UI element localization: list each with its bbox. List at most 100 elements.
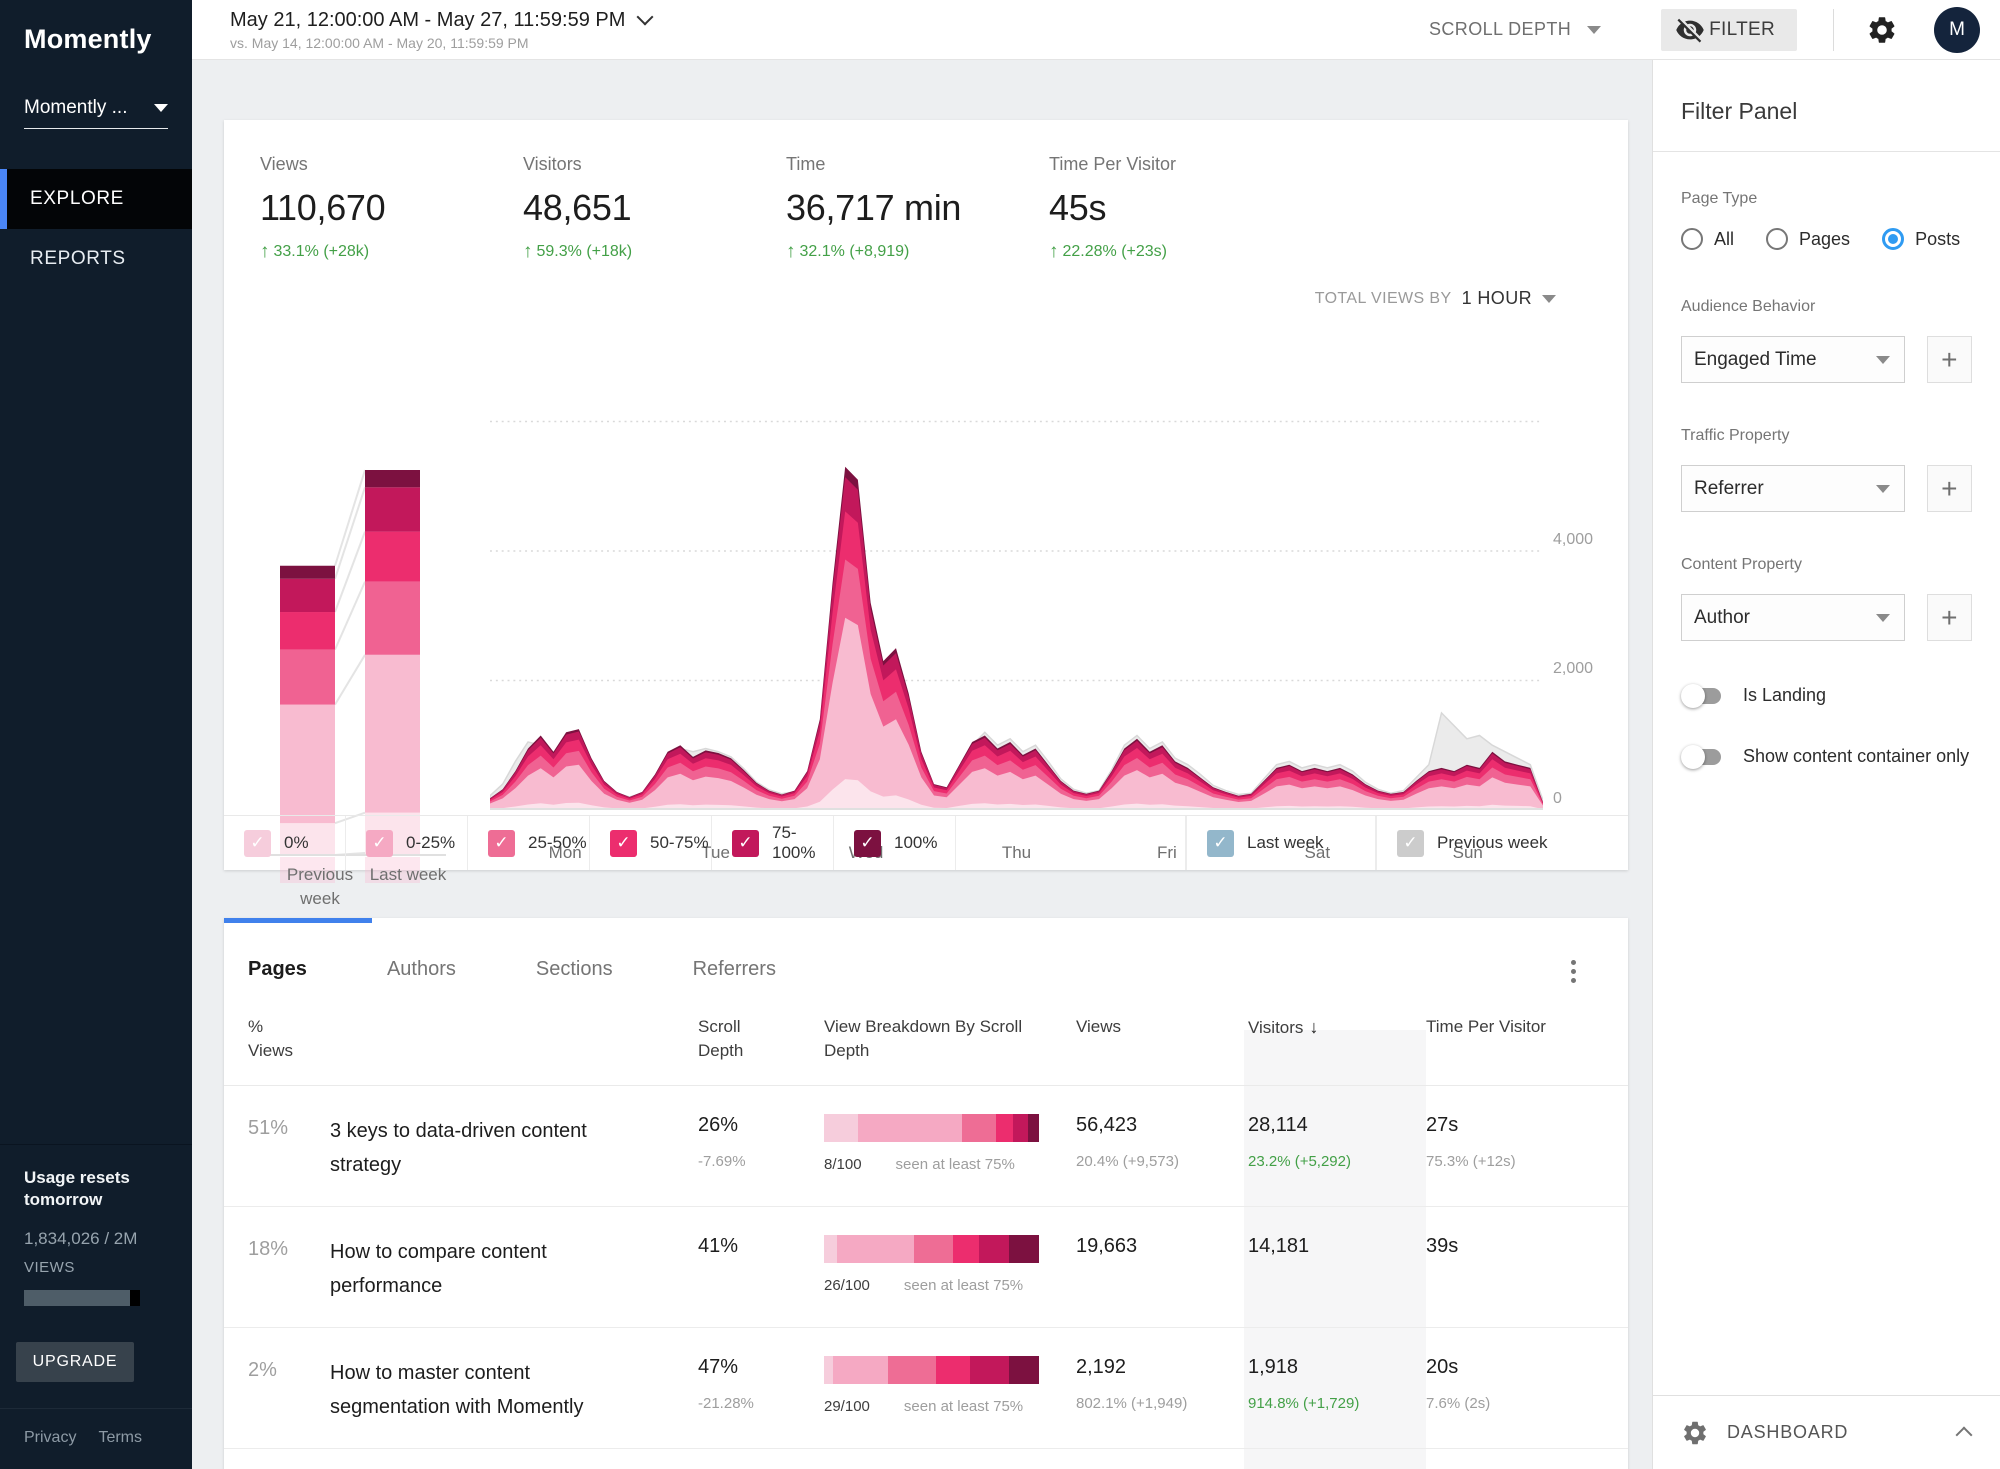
metric-selector[interactable]: SCROLL DEPTH: [1429, 19, 1601, 40]
settings-button[interactable]: [1866, 14, 1898, 46]
legend-label: 25-50%: [528, 833, 587, 853]
filter-button-label: FILTER: [1709, 19, 1775, 41]
dashboard-expander[interactable]: DASHBOARD: [1653, 1395, 2000, 1469]
column-header--views[interactable]: % Views: [248, 1015, 330, 1063]
checkbox-checked-icon[interactable]: ✓: [854, 830, 881, 857]
views-value: 2,192: [1076, 1356, 1248, 1379]
tab-authors[interactable]: Authors: [387, 958, 456, 981]
add-audience-behavior-filter-button[interactable]: +: [1927, 336, 1972, 383]
checkbox-checked-icon[interactable]: ✓: [1207, 830, 1234, 857]
legend-band-0to25pct[interactable]: ✓0-25%: [346, 816, 468, 870]
filter-panel-title: Filter Panel: [1653, 60, 2000, 152]
legend-band-25to50pct[interactable]: ✓ 25-50%: [468, 816, 590, 870]
toggle-track: [1683, 749, 1721, 765]
cell-page-title[interactable]: How to compare content performance: [330, 1235, 698, 1303]
table-body: 51%3 keys to data-driven content strateg…: [224, 1086, 1628, 1449]
filter-toggle-button[interactable]: FILTER: [1661, 9, 1797, 51]
legend-last-week[interactable]: ✓ Last week: [1186, 816, 1376, 870]
content-property-select[interactable]: Author: [1681, 594, 1905, 641]
stat-label: Views: [260, 154, 523, 175]
tab-pages[interactable]: Pages: [248, 958, 307, 981]
cell-views-share: 2%: [248, 1356, 330, 1424]
legend-band-75to100pct[interactable]: ✓75-100%: [712, 816, 834, 870]
tab-sections[interactable]: Sections: [536, 958, 613, 981]
breakdown-segment: [858, 1114, 961, 1142]
column-header-visitors[interactable]: Visitors↓: [1248, 1015, 1426, 1063]
column-header-label: Visitors: [1248, 1018, 1303, 1037]
legend-label: Previous week: [1437, 833, 1548, 853]
checkbox-checked-icon[interactable]: ✓: [1397, 830, 1424, 857]
legend-band-0pct[interactable]: ✓0%: [224, 816, 346, 870]
privacy-link[interactable]: Privacy: [24, 1429, 76, 1447]
checkbox-checked-icon[interactable]: ✓: [366, 830, 393, 857]
chevron-down-icon: [1876, 485, 1890, 493]
cell-views-share: 51%: [248, 1114, 330, 1182]
checkbox-checked-icon[interactable]: ✓: [732, 830, 759, 857]
column-header-view-breakdown-by-scroll-depth[interactable]: View Breakdown By Scroll Depth: [824, 1015, 1076, 1063]
app-root: Momently Momently ... EXPLOREREPORTS Usa…: [0, 0, 2000, 1469]
traffic-property-select[interactable]: Referrer: [1681, 465, 1905, 512]
page-type-radio-posts[interactable]: Posts: [1882, 228, 1960, 250]
page-type-radio-pages[interactable]: Pages: [1766, 228, 1850, 250]
views-change: 802.1% (+1,949): [1076, 1395, 1248, 1412]
checkbox-checked-icon[interactable]: ✓: [488, 830, 515, 857]
account-selector-value: Momently ...: [24, 97, 127, 119]
add-content-property-filter-button[interactable]: +: [1927, 594, 1972, 641]
chevron-down-icon: [1587, 26, 1601, 34]
is-landing-toggle[interactable]: Is Landing: [1681, 685, 1972, 706]
cell-page-title[interactable]: How to master content segmentation with …: [330, 1356, 698, 1424]
legend-previous-week[interactable]: ✓ Previous week: [1376, 816, 1628, 870]
cell-visitors: 28,11423.2% (+5,292): [1248, 1114, 1426, 1182]
audience-behavior-select[interactable]: Engaged Time: [1681, 336, 1905, 383]
y-axis-tick-label: 0: [1553, 790, 1623, 808]
terms-link[interactable]: Terms: [98, 1429, 142, 1447]
add-traffic-property-filter-button[interactable]: +: [1927, 465, 1972, 512]
toggle-knob: [1681, 684, 1705, 708]
column-header-scroll-depth[interactable]: Scroll Depth: [698, 1015, 778, 1063]
legend-label: Last week: [1247, 833, 1324, 853]
gear-icon: [1866, 14, 1898, 46]
date-range-selector[interactable]: May 21, 12:00:00 AM - May 27, 11:59:59 P…: [230, 9, 651, 51]
chevron-down-icon: [1876, 356, 1890, 364]
avatar[interactable]: M: [1934, 7, 1980, 53]
cell-view-breakdown: 8/100seen at least 75%: [824, 1114, 1076, 1182]
cell-visitors: 1,918914.8% (+1,729): [1248, 1356, 1426, 1424]
breakdown-segment: [1013, 1114, 1028, 1142]
breakdown-segment: [979, 1235, 1009, 1263]
sidebar: Momently Momently ... EXPLOREREPORTS Usa…: [0, 0, 192, 1469]
breakdown-segment: [970, 1356, 1009, 1384]
show-content-container-toggle[interactable]: Show content container only: [1681, 746, 1972, 767]
views-value: 19,663: [1076, 1235, 1248, 1258]
legend-band-50to75pct[interactable]: ✓50-75%: [590, 816, 712, 870]
y-axis-tick-label: 4,000: [1553, 531, 1623, 549]
explore-content: Views110,670↑33.1% (+28k)Visitors48,651↑…: [192, 60, 1652, 1469]
metric-selector-value: SCROLL DEPTH: [1429, 19, 1571, 40]
checkbox-checked-icon[interactable]: ✓: [244, 830, 271, 857]
radio-label: Pages: [1799, 229, 1850, 250]
checkbox-checked-icon[interactable]: ✓: [610, 830, 637, 857]
usage-reset-note: Usage resets tomorrow: [24, 1167, 168, 1211]
upgrade-button[interactable]: UPGRADE: [16, 1342, 134, 1382]
radio-circle-icon: [1681, 228, 1703, 250]
legend-band-100pct[interactable]: ✓100%: [834, 816, 956, 870]
tab-referrers[interactable]: Referrers: [693, 958, 776, 981]
time-per-visitor-value: 20s: [1426, 1356, 1628, 1379]
chevron-down-icon: [154, 104, 168, 112]
column-header-views[interactable]: Views: [1076, 1015, 1248, 1063]
content-property-row: Author +: [1681, 594, 1972, 641]
cell-scroll-depth: 47%-21.28%: [698, 1356, 824, 1424]
account-selector[interactable]: Momently ...: [24, 97, 168, 129]
sidebar-item-explore[interactable]: EXPLORE: [0, 169, 192, 229]
sidebar-usage-section: Usage resets tomorrow 1,834,026 / 2M VIE…: [0, 1144, 192, 1469]
visitors-value: 1,918: [1248, 1356, 1426, 1379]
cell-page-title[interactable]: 3 keys to data-driven content strategy: [330, 1114, 698, 1182]
breakdown-segment: [996, 1114, 1013, 1142]
column-header-title[interactable]: [330, 1015, 698, 1063]
page-type-radio-all[interactable]: All: [1681, 228, 1734, 250]
column-header-time-per-visitor[interactable]: Time Per Visitor: [1426, 1015, 1628, 1063]
cell-views: 2,192 802.1% (+1,949): [1076, 1356, 1248, 1424]
stat-value: 110,670: [260, 187, 523, 229]
radio-circle-icon: [1766, 228, 1788, 250]
sidebar-item-reports[interactable]: REPORTS: [0, 229, 192, 289]
usage-progress-bar: [24, 1290, 140, 1306]
